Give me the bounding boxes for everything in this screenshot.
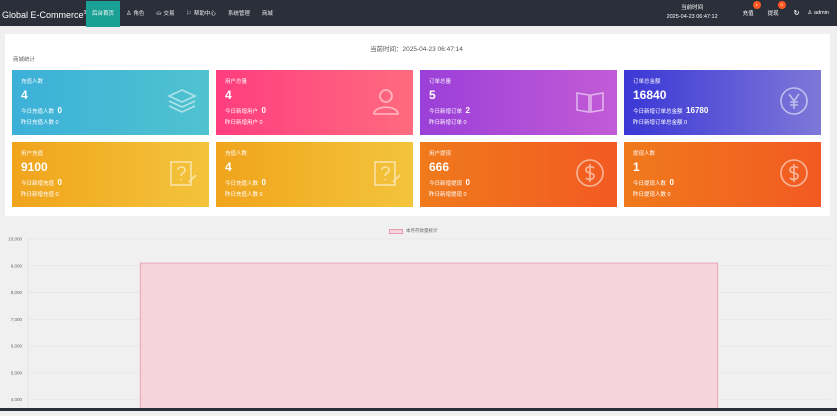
legend-swatch xyxy=(389,228,403,234)
edit-help-icon xyxy=(374,161,401,186)
card-yesterday: 昨日新增订单 0 xyxy=(429,120,467,126)
stat-card[interactable]: 充值人数 4 今日充值人数 0 昨日充值人数 0 xyxy=(12,70,209,135)
nav-item-4[interactable]: 系统管理 xyxy=(222,1,256,27)
stat-card[interactable]: 用户提现 666 今日新增提现 0 昨日新增提现 0 xyxy=(420,142,617,207)
card-label: 用户充值 xyxy=(21,151,44,157)
recharge-label: 充值 xyxy=(742,11,754,17)
user-name: admin xyxy=(814,10,829,16)
refresh-icon[interactable]: ↻ xyxy=(794,9,800,17)
panel-title: 商城统计 xyxy=(13,57,36,63)
nav-item-2[interactable]: ⛀ 交易 xyxy=(150,1,180,27)
nav-label: 商城 xyxy=(261,11,273,17)
main-nav: 后台首页 ♙ 角色 ⛀ 交易 ⚐ 帮助中心 系统管理 商城 xyxy=(86,1,279,27)
withdraw-badge: 0 xyxy=(777,1,786,9)
stat-card[interactable]: 提现人数 1 今日提现人数 0 昨日提现人数 0 xyxy=(624,142,821,207)
nav-item-0[interactable]: 后台首页 xyxy=(86,1,121,27)
card-label: 充值人数 xyxy=(225,151,248,157)
stat-card[interactable]: 用户总量 4 今日新增用户 0 昨日新增用户 0 xyxy=(216,70,413,135)
book-icon xyxy=(576,92,604,113)
y-tick-label: 9,000 xyxy=(11,263,23,268)
user-menu[interactable]: ♙ admin xyxy=(808,10,829,16)
y-tick-label: 8,000 xyxy=(11,290,23,295)
legend-label: 本月存款量统计 xyxy=(406,228,438,233)
dollar-icon xyxy=(780,159,808,187)
card-yesterday: 昨日新增充值 0 xyxy=(21,192,59,198)
user-icon xyxy=(373,89,399,115)
deposit-chart: 本月存款量统计 10,000 9,000 8,000 7,000 6,000 5,000 4… xyxy=(0,222,837,412)
card-label: 用户总量 xyxy=(225,79,248,85)
chart-svg: 10,000 9,000 8,000 7,000 6,000 5,000 4,000 xyxy=(8,237,830,412)
card-label: 充值人数 xyxy=(21,79,44,85)
header-right: 当前时间 2025-04-23 06:47:12 充值 1 提现 0 ↻ ♙ a… xyxy=(667,0,837,26)
card-yesterday: 昨日充值人数 0 xyxy=(225,192,263,198)
person-icon: ♙ xyxy=(126,11,132,17)
card-yesterday: 昨日新增用户 0 xyxy=(225,120,263,126)
card-yesterday: 昨日新增提现 0 xyxy=(429,192,467,198)
card-label: 订单总量 xyxy=(429,79,452,85)
header-time: 当前时间 2025-04-23 06:47:12 xyxy=(667,4,718,22)
header-time-label: 当前时间 xyxy=(681,5,704,11)
layers-icon xyxy=(167,89,197,113)
y-tick-label: 6,000 xyxy=(11,344,23,349)
nav-label: 帮助中心 xyxy=(193,11,216,17)
nav-item-1[interactable]: ♙ 角色 xyxy=(120,1,150,27)
y-tick-label: 5,000 xyxy=(11,370,23,375)
card-label: 用户提现 xyxy=(429,151,452,157)
card-label: 订单总金额 xyxy=(633,79,661,85)
y-tick-label: 7,000 xyxy=(11,317,23,322)
chart-legend[interactable]: 本月存款量统计 xyxy=(389,228,438,234)
y-tick-label: 10,000 xyxy=(8,237,22,242)
card-yesterday: 昨日新增订单总金额 0 xyxy=(633,120,688,126)
stat-card[interactable]: 订单总量 5 今日新增订单 2 昨日新增订单 0 xyxy=(420,70,617,135)
top-navbar: Global E-Commerce3.0 后台首页♙角色⛀交易⚐帮助中心系统管理… xyxy=(0,0,837,27)
bar xyxy=(139,262,719,412)
nav-label: 角色 xyxy=(133,11,145,17)
flag-icon: ⚐ xyxy=(186,11,192,17)
yen-icon xyxy=(780,87,808,115)
y-tick-label: 4,000 xyxy=(11,397,23,402)
card-label: 提现人数 xyxy=(633,151,656,157)
nav-label: 交易 xyxy=(163,11,175,17)
withdraw-label: 提现 xyxy=(767,11,779,17)
current-time: 当前时间：2025-04-23 06:47:14 xyxy=(370,46,463,53)
stat-card[interactable]: 用户充值 9100 今日新增充值 0 昨日新增充值 0 xyxy=(12,142,209,207)
edit-help-icon xyxy=(170,161,197,186)
card-yesterday: 昨日提现人数 0 xyxy=(633,192,671,198)
recharge-badge: 1 xyxy=(752,1,761,9)
nav-item-3[interactable]: ⚐ 帮助中心 xyxy=(180,1,221,27)
stat-card[interactable]: 订单总金额 16840 今日新增订单总金额 16780 昨日新增订单总金额 0 xyxy=(624,70,821,135)
brand-logo[interactable]: Global E-Commerce3.0 xyxy=(0,10,90,20)
nav-item-5[interactable]: 商城 xyxy=(256,1,279,27)
card-yesterday: 昨日充值人数 0 xyxy=(21,120,59,126)
recharge-button[interactable]: 充值 1 xyxy=(742,1,761,17)
nav-label: 系统管理 xyxy=(227,11,250,17)
stats-panel: 当前时间：2025-04-23 06:47:14 商城统计 充值人数 4 今日充值人… xyxy=(5,34,830,216)
dollar-icon xyxy=(576,159,604,187)
stat-card[interactable]: 充值人数 4 今日充值人数 0 昨日充值人数 0 xyxy=(216,142,413,207)
header-time-value: 2025-04-23 06:47:12 xyxy=(666,14,718,20)
trade-icon: ⛀ xyxy=(156,11,162,17)
nav-label: 后台首页 xyxy=(92,11,115,17)
withdraw-button[interactable]: 提现 0 xyxy=(767,1,786,17)
